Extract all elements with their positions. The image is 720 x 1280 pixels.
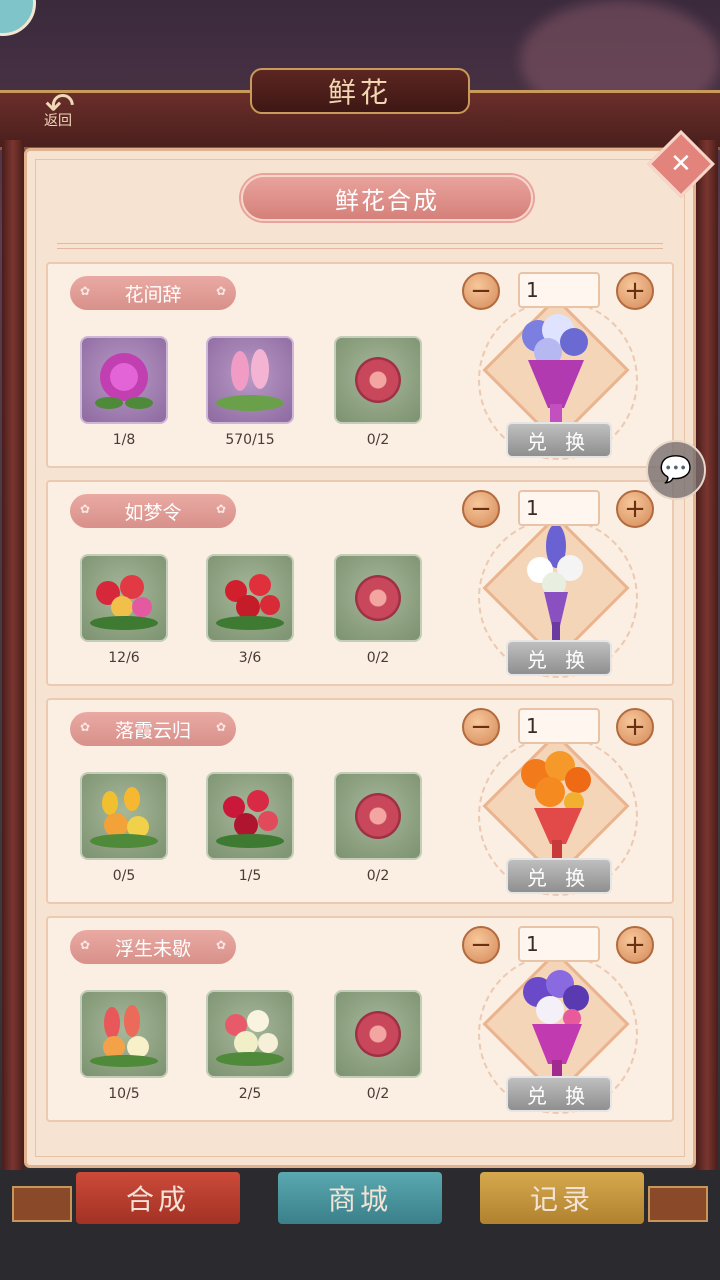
white-lily-icon <box>216 1010 284 1066</box>
ingredient-count: 570/15 <box>225 432 275 448</box>
ingredient-count: 1/5 <box>238 868 262 884</box>
crimson-flowers-icon <box>216 790 284 848</box>
recipe-name: 落霞云归 <box>114 719 191 742</box>
flower-dot-icon: ✿ <box>80 284 91 298</box>
flower-dot-icon: ✿ <box>215 938 226 952</box>
menu-orb-icon[interactable] <box>0 0 36 36</box>
flower-dot-icon: ✿ <box>80 938 91 952</box>
recipe-name: 如梦令 <box>124 501 182 524</box>
quantity-field[interactable]: 1 <box>518 926 600 962</box>
ingredient-count: 0/5 <box>112 868 136 884</box>
minus-icon: − <box>470 930 492 960</box>
ribbon-icon <box>355 1011 401 1057</box>
quantity-increase-button[interactable]: + <box>616 272 654 310</box>
recipe-name-tag: ✿ 浮生未歇 ✿ <box>70 930 236 964</box>
left-base-ornament <box>12 1186 72 1222</box>
chat-bubble-icon: 💬 <box>659 455 693 485</box>
ingredient-slot[interactable] <box>334 772 422 860</box>
ingredient-count: 0/2 <box>366 868 390 884</box>
flower-dot-icon: ✿ <box>80 502 91 516</box>
ingredient-slot[interactable] <box>206 336 294 424</box>
yellow-tulip-icon <box>90 787 158 848</box>
ribbon-icon <box>355 575 401 621</box>
divider <box>57 243 663 249</box>
redeem-button[interactable]: 兑 换 <box>506 1076 612 1112</box>
ingredient-count: 10/5 <box>108 1086 140 1102</box>
flower-dot-icon: ✿ <box>215 284 226 298</box>
redeem-button[interactable]: 兑 换 <box>506 640 612 676</box>
ingredient-count: 2/5 <box>238 1086 262 1102</box>
quantity-field[interactable]: 1 <box>518 708 600 744</box>
ingredient-count: 0/2 <box>366 650 390 666</box>
purple-mixed-bouquet-icon <box>523 970 589 1076</box>
panel-title: 鲜花合成 <box>241 175 533 221</box>
chat-button[interactable]: 💬 <box>646 440 706 500</box>
pink-hyacinth-icon <box>216 349 284 411</box>
ingredient-count: 12/6 <box>108 650 140 666</box>
plus-icon: + <box>624 930 646 960</box>
redeem-button[interactable]: 兑 换 <box>506 422 612 458</box>
ingredient-slot[interactable] <box>334 990 422 1078</box>
ingredient-count: 1/8 <box>112 432 136 448</box>
ingredient-slot[interactable] <box>80 336 168 424</box>
quantity-increase-button[interactable]: + <box>616 926 654 964</box>
red-mixed-flowers-icon <box>90 575 158 630</box>
ingredient-slot[interactable] <box>206 772 294 860</box>
quantity-increase-button[interactable]: + <box>616 708 654 746</box>
ingredient-slot[interactable] <box>206 990 294 1078</box>
recipe-name-tag: ✿ 花间辞 ✿ <box>70 276 236 310</box>
ingredient-count: 3/6 <box>238 650 262 666</box>
recipe-name-tag: ✿ 落霞云归 ✿ <box>70 712 236 746</box>
flower-dot-icon: ✿ <box>215 502 226 516</box>
plus-icon: + <box>624 276 646 306</box>
quantity-decrease-button[interactable]: − <box>462 490 500 528</box>
plus-icon: + <box>624 712 646 742</box>
right-pillar <box>696 140 718 1220</box>
left-pillar <box>2 140 24 1220</box>
quantity-increase-button[interactable]: + <box>616 490 654 528</box>
redeem-button[interactable]: 兑 换 <box>506 858 612 894</box>
close-icon: ✕ <box>670 148 692 179</box>
plus-icon: + <box>624 494 646 524</box>
minus-icon: − <box>470 276 492 306</box>
white-lily-bouquet-icon <box>527 526 583 640</box>
orange-gerbera-bouquet-icon <box>521 751 591 858</box>
page-title: 鲜花 <box>250 68 470 114</box>
ingredient-count: 0/2 <box>366 1086 390 1102</box>
ingredient-slot[interactable] <box>334 554 422 642</box>
right-base-ornament <box>648 1186 708 1222</box>
quantity-field[interactable]: 1 <box>518 272 600 308</box>
back-label: 返回 <box>44 113 72 129</box>
ribbon-icon <box>355 793 401 839</box>
recipe-card: ✿ 花间辞 ✿ 1/8 570/15 0/2 − 1 + 兑 换 <box>46 262 674 468</box>
quantity-field[interactable]: 1 <box>518 490 600 526</box>
recipe-name: 花间辞 <box>124 283 182 306</box>
ingredient-slot[interactable] <box>334 336 422 424</box>
tab-shop[interactable]: 商城 <box>278 1172 442 1224</box>
purple-chrysanthemum-icon <box>95 353 153 409</box>
tab-synthesis[interactable]: 合成 <box>76 1172 240 1224</box>
quantity-decrease-button[interactable]: − <box>462 926 500 964</box>
recipe-name-tag: ✿ 如梦令 ✿ <box>70 494 236 528</box>
quantity-decrease-button[interactable]: − <box>462 272 500 310</box>
minus-icon: − <box>470 494 492 524</box>
ingredient-slot[interactable] <box>80 990 168 1078</box>
recipe-card: ✿ 落霞云归 ✿ 0/5 1/5 0/2 − 1 + 兑 换 <box>46 698 674 904</box>
ingredient-count: 0/2 <box>366 432 390 448</box>
minus-icon: − <box>470 712 492 742</box>
flower-dot-icon: ✿ <box>80 720 91 734</box>
recipe-card: ✿ 如梦令 ✿ 12/6 3/6 0/2 − 1 + 兑 换 <box>46 480 674 686</box>
ingredient-slot[interactable] <box>80 772 168 860</box>
tab-records[interactable]: 记录 <box>480 1172 644 1224</box>
ingredient-slot[interactable] <box>80 554 168 642</box>
blue-hyacinth-bouquet-icon <box>522 314 588 422</box>
recipe-card: ✿ 浮生未歇 ✿ 10/5 2/5 0/2 − 1 + 兑 换 <box>46 916 674 1122</box>
orange-hyacinth-icon <box>90 1005 158 1067</box>
red-roses-icon <box>216 574 284 630</box>
ribbon-icon <box>355 357 401 403</box>
flower-dot-icon: ✿ <box>215 720 226 734</box>
ingredient-slot[interactable] <box>206 554 294 642</box>
recipe-name: 浮生未歇 <box>114 937 191 960</box>
quantity-decrease-button[interactable]: − <box>462 708 500 746</box>
